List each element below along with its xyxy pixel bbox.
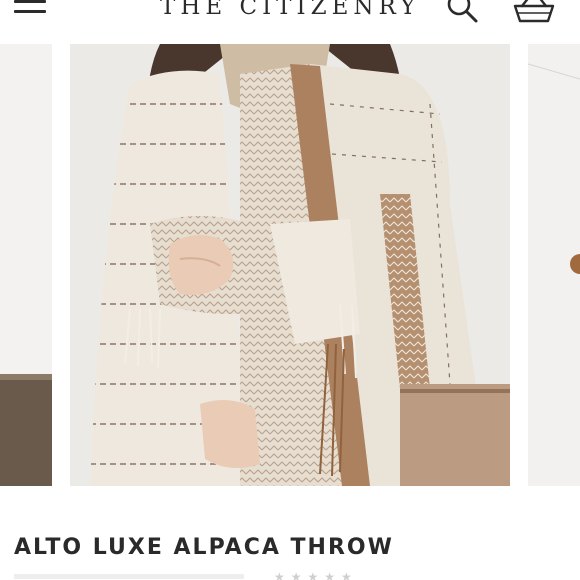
hamburger-menu-icon[interactable] bbox=[14, 0, 48, 22]
basket-icon[interactable] bbox=[512, 0, 556, 26]
brand-logo[interactable]: THE CITIZENRY bbox=[160, 0, 420, 24]
product-image-carousel[interactable] bbox=[0, 44, 580, 486]
product-photo-main[interactable] bbox=[70, 44, 510, 486]
price-placeholder bbox=[14, 574, 244, 579]
search-icon[interactable] bbox=[444, 0, 480, 24]
product-title: ALTO LUXE ALPACA THROW bbox=[14, 535, 394, 560]
rating-stars[interactable]: ★★★★★ bbox=[274, 570, 358, 580]
product-meta-row: ★★★★★ bbox=[14, 570, 574, 580]
site-header: THE CITIZENRY bbox=[0, 0, 580, 40]
previous-slide[interactable] bbox=[0, 44, 52, 486]
next-slide[interactable] bbox=[528, 44, 580, 486]
